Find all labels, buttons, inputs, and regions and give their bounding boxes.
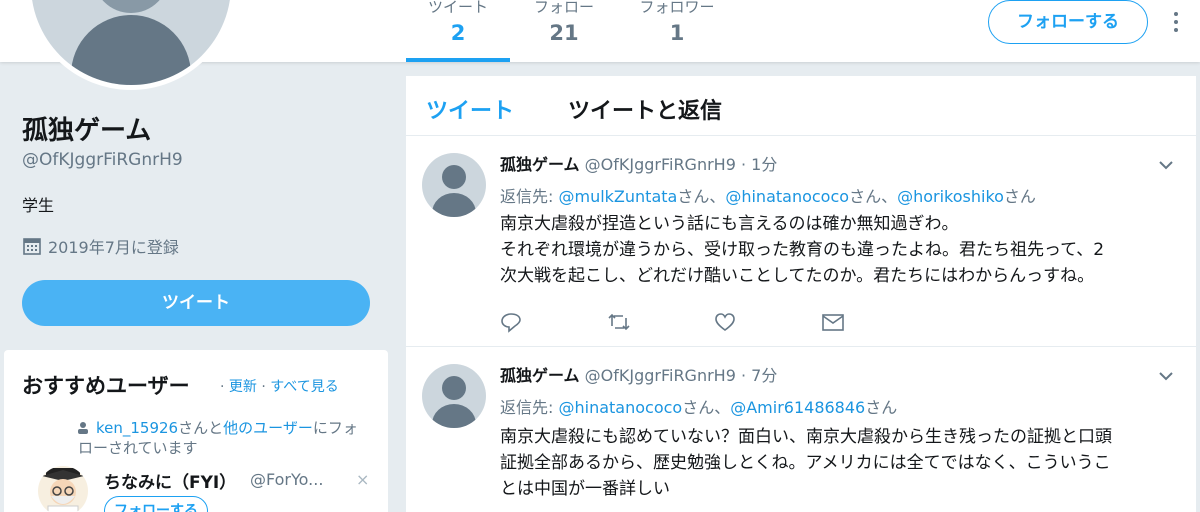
- timeline-tabs: ツイート ツイートと返信: [406, 76, 1196, 136]
- suggested-user-avatar[interactable]: [38, 466, 88, 512]
- stat-following-count: 21: [549, 21, 579, 45]
- tweet-avatar[interactable]: [422, 153, 486, 217]
- tweet[interactable]: 孤独ゲーム @OfKJggrFiRGnrH9 · 7分 返信先: @hinata…: [406, 348, 1196, 512]
- tweet-header: 孤独ゲーム @OfKJggrFiRGnrH9 · 1分: [500, 151, 777, 175]
- joined-date: 2019年7月に登録: [48, 238, 179, 257]
- message-icon[interactable]: [821, 311, 845, 333]
- stat-followers[interactable]: フォロワー 1: [630, 0, 724, 62]
- tweet-text: 南京大虐殺が捏造という話にも言えるのは確か無知過ぎわ。 それぞれ環境が違うから、…: [500, 214, 1105, 286]
- reply-mention[interactable]: @hinatanococo: [725, 187, 849, 206]
- social-user-link[interactable]: ken_15926: [96, 419, 178, 437]
- tweet-time[interactable]: · 7分: [741, 366, 777, 385]
- tweet-header: 孤独ゲーム @OfKJggrFiRGnrH9 · 7分: [500, 362, 777, 386]
- refresh-link[interactable]: 更新: [229, 379, 257, 395]
- social-context: ken_15926さんと他のユーザーにフォローされています: [78, 419, 358, 457]
- stat-tweets[interactable]: ツイート 2: [406, 0, 510, 62]
- who-to-follow-panel: おすすめユーザー · 更新 · すべて見る ken_15926さんと他のユーザー…: [4, 350, 388, 512]
- suggested-user-handle: @ForYo...: [250, 470, 324, 489]
- tweet[interactable]: 孤独ゲーム @OfKJggrFiRGnrH9 · 1分 返信先: @mulkZu…: [406, 137, 1196, 347]
- stat-tweets-label: ツイート: [427, 0, 488, 16]
- tweet-author-handle[interactable]: @OfKJggrFiRGnrH9: [585, 366, 736, 385]
- view-all-link[interactable]: すべて見る: [270, 379, 338, 395]
- dismiss-icon[interactable]: ×: [356, 470, 369, 489]
- tab-tweets-and-replies[interactable]: ツイートと返信: [568, 93, 722, 125]
- who-to-follow-title: おすすめユーザー: [22, 374, 190, 398]
- profile-handle: @OfKJggrFiRGnrH9: [22, 150, 183, 170]
- timeline: ツイート ツイートと返信 孤独ゲーム @OfKJggrFiRGnrH9 · 1分…: [406, 76, 1196, 512]
- like-icon[interactable]: [714, 311, 736, 333]
- profile-name: 孤独ゲーム: [22, 116, 152, 146]
- tweet-avatar[interactable]: [422, 364, 486, 428]
- calendar-icon: [23, 238, 41, 255]
- reply-mention[interactable]: @Amir61486846: [730, 398, 865, 417]
- reply-icon[interactable]: [500, 311, 522, 333]
- chevron-down-icon[interactable]: [1158, 157, 1174, 173]
- tweet-time[interactable]: · 1分: [741, 155, 777, 174]
- reply-mention[interactable]: @mulkZuntata: [558, 187, 677, 206]
- reply-mention[interactable]: @horikoshiko: [897, 187, 1004, 206]
- reply-context: 返信先: @hinatanococoさん、@Amir61486846さん: [500, 398, 898, 417]
- reply-context: 返信先: @mulkZuntataさん、@hinatanococoさん、@hor…: [500, 187, 1036, 206]
- profile-avatar[interactable]: [26, 0, 236, 90]
- who-to-follow-links: · 更新 · すべて見る: [220, 379, 339, 395]
- profile-joined: 2019年7月に登録: [22, 234, 179, 258]
- more-options-icon[interactable]: [1170, 12, 1182, 36]
- social-others-link[interactable]: 他のユーザー: [223, 419, 313, 437]
- stat-tweets-count: 2: [450, 21, 466, 45]
- compose-tweet-button[interactable]: ツイート: [22, 280, 370, 326]
- stat-followers-label: フォロワー: [639, 0, 715, 16]
- follow-button[interactable]: フォローする: [988, 0, 1148, 44]
- tweet-actions: [500, 311, 928, 333]
- tweet-author-name[interactable]: 孤独ゲーム: [500, 155, 580, 174]
- tweet-text: 南京大虐殺にも認めていない？面白い、南京大虐殺から生き残ったの証拠と口頭 証拠全…: [500, 427, 1112, 499]
- stat-following-label: フォロー: [533, 0, 594, 16]
- tweet-author-name[interactable]: 孤独ゲーム: [500, 366, 580, 385]
- retweet-icon[interactable]: [607, 311, 631, 333]
- person-icon: [78, 422, 88, 434]
- chevron-down-icon[interactable]: [1158, 368, 1174, 384]
- reply-mention[interactable]: @hinatanococo: [558, 398, 682, 417]
- suggested-user-name[interactable]: ちなみに（FYI）: [104, 468, 236, 493]
- stat-following[interactable]: フォロー 21: [522, 0, 606, 62]
- tweet-author-handle[interactable]: @OfKJggrFiRGnrH9: [585, 155, 736, 174]
- profile-bio: 学生: [22, 196, 55, 215]
- stat-followers-count: 1: [669, 21, 685, 45]
- suggested-follow-button[interactable]: フォローする: [104, 496, 208, 512]
- tab-tweets[interactable]: ツイート: [426, 93, 514, 125]
